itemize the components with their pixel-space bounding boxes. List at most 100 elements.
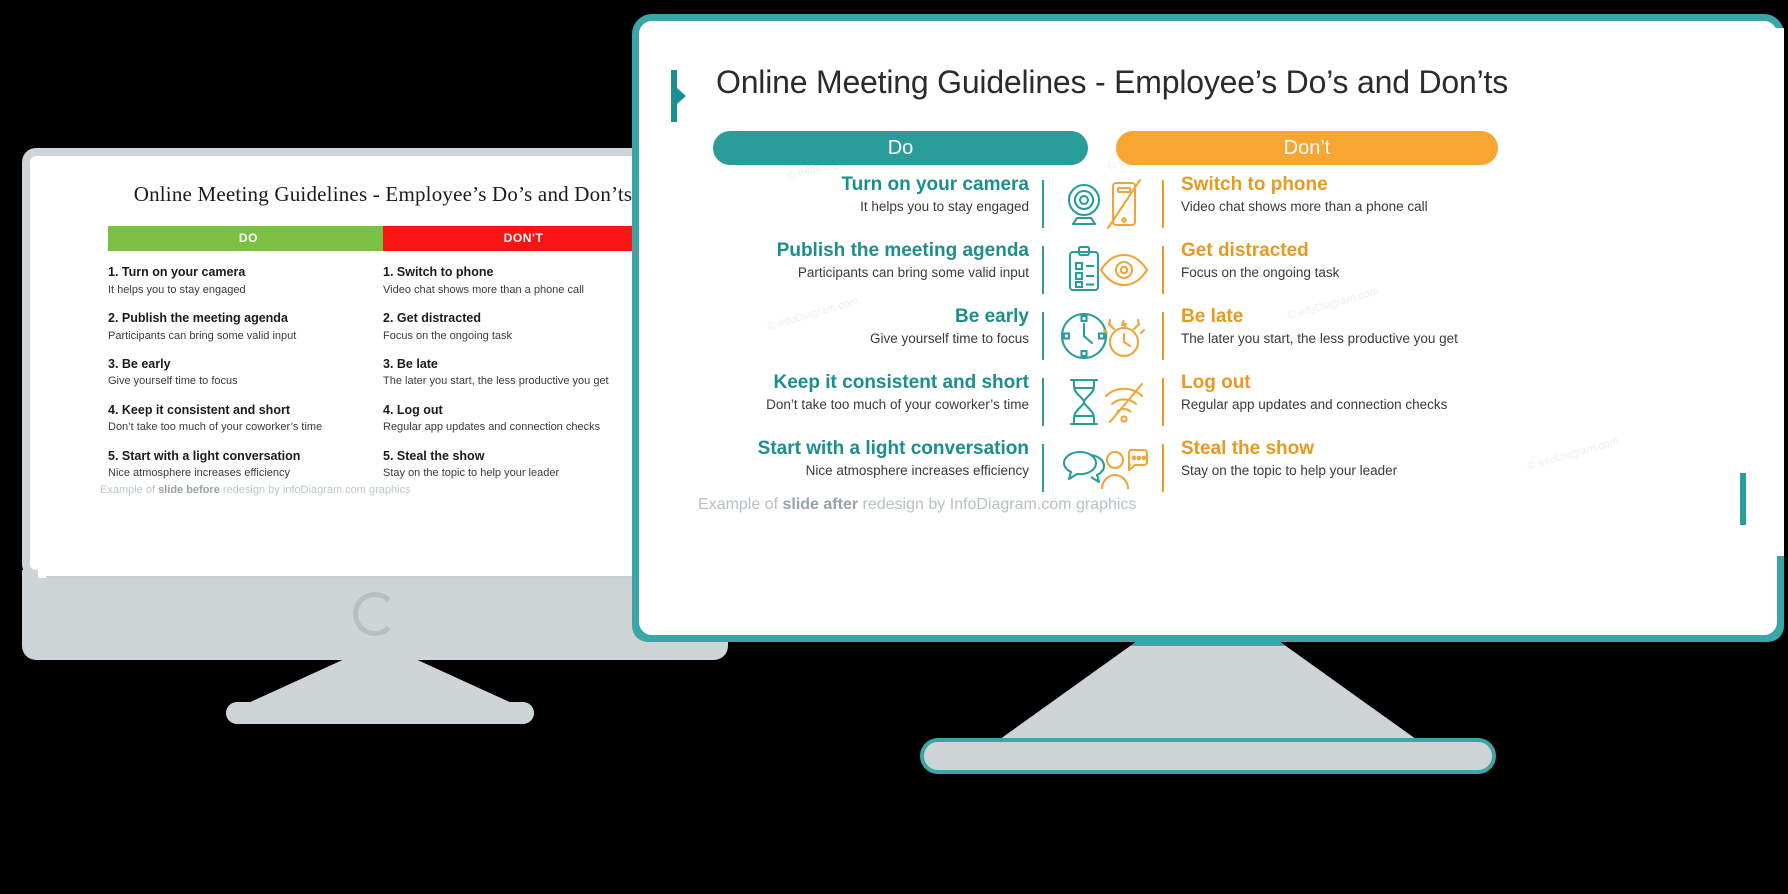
dont-title: Steal the show: [1181, 438, 1315, 459]
guideline-row: Keep it consistent and short Don’t take …: [646, 372, 1784, 438]
do-title: Be early: [955, 306, 1029, 327]
before-dont-item-5: 5. Steal the show Stay on the topic to h…: [383, 449, 664, 481]
before-dont-item-sub: Regular app updates and connection check…: [383, 421, 601, 434]
guideline-row: Start with a light conversation Nice atm…: [646, 438, 1784, 504]
before-do-column: DO 1. Turn on your camera It helps you t…: [108, 226, 389, 481]
dont-divider: [1162, 246, 1164, 294]
before-do-item-3: 3. Be early Give yourself time to focus: [108, 357, 389, 389]
before-do-item-sub: It helps you to stay engaged: [108, 283, 246, 296]
after-monitor-stand: [982, 642, 1434, 752]
before-slide-underline: [46, 576, 728, 578]
before-do-item-title: 5. Start with a light conversation: [108, 448, 301, 463]
before-monitor-logo-icon: [353, 592, 397, 636]
before-do-item-sub: Nice atmosphere increases efficiency: [108, 467, 290, 480]
before-do-item-title: 3. Be early: [108, 356, 171, 371]
after-monitor: © infoDiagram.com © infoDiagram.com © in…: [632, 14, 1788, 894]
guideline-rows: Turn on your camera It helps you to stay…: [646, 174, 1784, 504]
dont-subtitle: The later you start, the less productive…: [1181, 330, 1458, 346]
dont-text-block: Switch to phone Video chat shows more th…: [1181, 174, 1561, 215]
dont-title: Be late: [1181, 306, 1244, 327]
wifi-disconnected-icon: [1098, 376, 1150, 428]
alarm-clock-ringing-icon: [1098, 310, 1150, 362]
before-monitor-stand: [246, 660, 514, 704]
before-do-item-1: 1. Turn on your camera It helps you to s…: [108, 265, 389, 297]
before-slide-title: Online Meeting Guidelines - Employee’s D…: [133, 182, 633, 206]
before-dont-item-title: 5. Steal the show: [383, 448, 485, 463]
before-dont-item-2: 2. Get distracted Focus on the ongoing t…: [383, 311, 664, 343]
dont-subtitle: Stay on the topic to help your leader: [1181, 462, 1398, 478]
before-footer-post: redesign by infoDiagram.com graphics: [219, 484, 411, 496]
do-text-block: Start with a light conversation Nice atm…: [701, 438, 1029, 479]
after-footer-pre: Example of: [698, 496, 783, 513]
before-slide-footer: Example of slide before redesign by info…: [100, 484, 660, 496]
before-dont-item-sub: Focus on the ongoing task: [383, 329, 513, 342]
after-monitor-base: [920, 738, 1496, 774]
dont-text-block: Be late The later you start, the less pr…: [1181, 306, 1561, 347]
before-dont-item-3: 3. Be late The later you start, the less…: [383, 357, 664, 389]
before-do-item-sub: Participants can bring some valid input: [108, 329, 297, 342]
do-subtitle: Participants can bring some valid input: [797, 264, 1029, 280]
after-footer-bold: slide after: [782, 496, 859, 513]
after-slide-footer: Example of slide after redesign by InfoD…: [698, 496, 1136, 514]
before-do-item-5: 5. Start with a light conversation Nice …: [108, 449, 389, 481]
before-dont-item-sub: Stay on the topic to help your leader: [383, 467, 560, 480]
do-divider: [1042, 246, 1044, 294]
title-accent-marker: [671, 70, 686, 122]
before-monitor-screen: Online Meeting Guidelines - Employee’s D…: [22, 148, 728, 578]
do-subtitle: Give yourself time to focus: [869, 330, 1029, 346]
footer-accent-marker: [1740, 473, 1746, 525]
before-do-item-sub: Give yourself time to focus: [108, 375, 238, 388]
after-footer-post: redesign by InfoDiagram.com graphics: [858, 496, 1137, 513]
guideline-row: Turn on your camera It helps you to stay…: [646, 174, 1784, 240]
do-title: Start with a light conversation: [757, 438, 1029, 459]
before-dont-header: DON'T: [383, 226, 664, 251]
before-dont-item-title: 2. Get distracted: [383, 310, 481, 325]
dont-divider: [1162, 378, 1164, 426]
do-subtitle: Don’t take too much of your coworker’s t…: [766, 396, 1029, 412]
before-footer-bold: slide before: [158, 484, 220, 496]
do-divider: [1042, 312, 1044, 360]
before-monitor-base: [226, 702, 534, 724]
do-subtitle: Nice atmosphere increases efficiency: [805, 462, 1029, 478]
before-do-item-2: 2. Publish the meeting agenda Participan…: [108, 311, 389, 343]
do-text-block: Be early Give yourself time to focus: [701, 306, 1029, 347]
after-slide-title: Online Meeting Guidelines - Employee’s D…: [716, 64, 1508, 100]
before-slide: Online Meeting Guidelines - Employee’s D…: [38, 164, 728, 578]
dont-divider: [1162, 180, 1164, 228]
before-do-header: DO: [108, 226, 389, 251]
guideline-row: Publish the meeting agenda Participants …: [646, 240, 1784, 306]
dont-text-block: Log out Regular app updates and connecti…: [1181, 372, 1561, 413]
before-footer-pre: Example of: [100, 484, 159, 496]
do-title: Keep it consistent and short: [773, 372, 1029, 393]
before-do-item-4: 4. Keep it consistent and short Don’t ta…: [108, 403, 389, 435]
do-text-block: Turn on your camera It helps you to stay…: [701, 174, 1029, 215]
do-divider: [1042, 378, 1044, 426]
dont-divider: [1162, 312, 1164, 360]
person-talking-icon: [1098, 442, 1150, 494]
dont-pill-header[interactable]: Don’t: [1116, 131, 1498, 165]
do-divider: [1042, 444, 1044, 492]
before-do-item-sub: Don’t take too much of your coworker’s t…: [108, 421, 323, 434]
after-slide: © infoDiagram.com © infoDiagram.com © in…: [646, 28, 1784, 556]
dont-text-block: Steal the show Stay on the topic to help…: [1181, 438, 1561, 479]
dont-title: Get distracted: [1181, 240, 1309, 261]
before-dont-item-title: 3. Be late: [383, 356, 438, 371]
dont-subtitle: Video chat shows more than a phone call: [1181, 198, 1428, 214]
do-text-block: Publish the meeting agenda Participants …: [701, 240, 1029, 281]
before-dont-item-1: 1. Switch to phone Video chat shows more…: [383, 265, 664, 297]
guideline-row: Be early Give yourself time to focus Be …: [646, 306, 1784, 372]
dont-subtitle: Regular app updates and connection check…: [1181, 396, 1448, 412]
before-monitor: Online Meeting Guidelines - Employee’s D…: [22, 148, 728, 660]
before-do-item-title: 4. Keep it consistent and short: [108, 402, 290, 417]
dont-divider: [1162, 444, 1164, 492]
do-title: Publish the meeting agenda: [776, 240, 1029, 261]
dont-title: Switch to phone: [1181, 174, 1328, 195]
do-text-block: Keep it consistent and short Don’t take …: [701, 372, 1029, 413]
before-dont-item-4: 4. Log out Regular app updates and conne…: [383, 403, 664, 435]
do-pill-header[interactable]: Do: [713, 131, 1088, 165]
before-dont-item-title: 1. Switch to phone: [383, 265, 494, 279]
do-subtitle: It helps you to stay engaged: [860, 198, 1029, 214]
before-dont-item-sub: Video chat shows more than a phone call: [383, 283, 584, 296]
before-do-item-title: 1. Turn on your camera: [108, 265, 246, 279]
dont-subtitle: Focus on the ongoing task: [1181, 264, 1340, 280]
